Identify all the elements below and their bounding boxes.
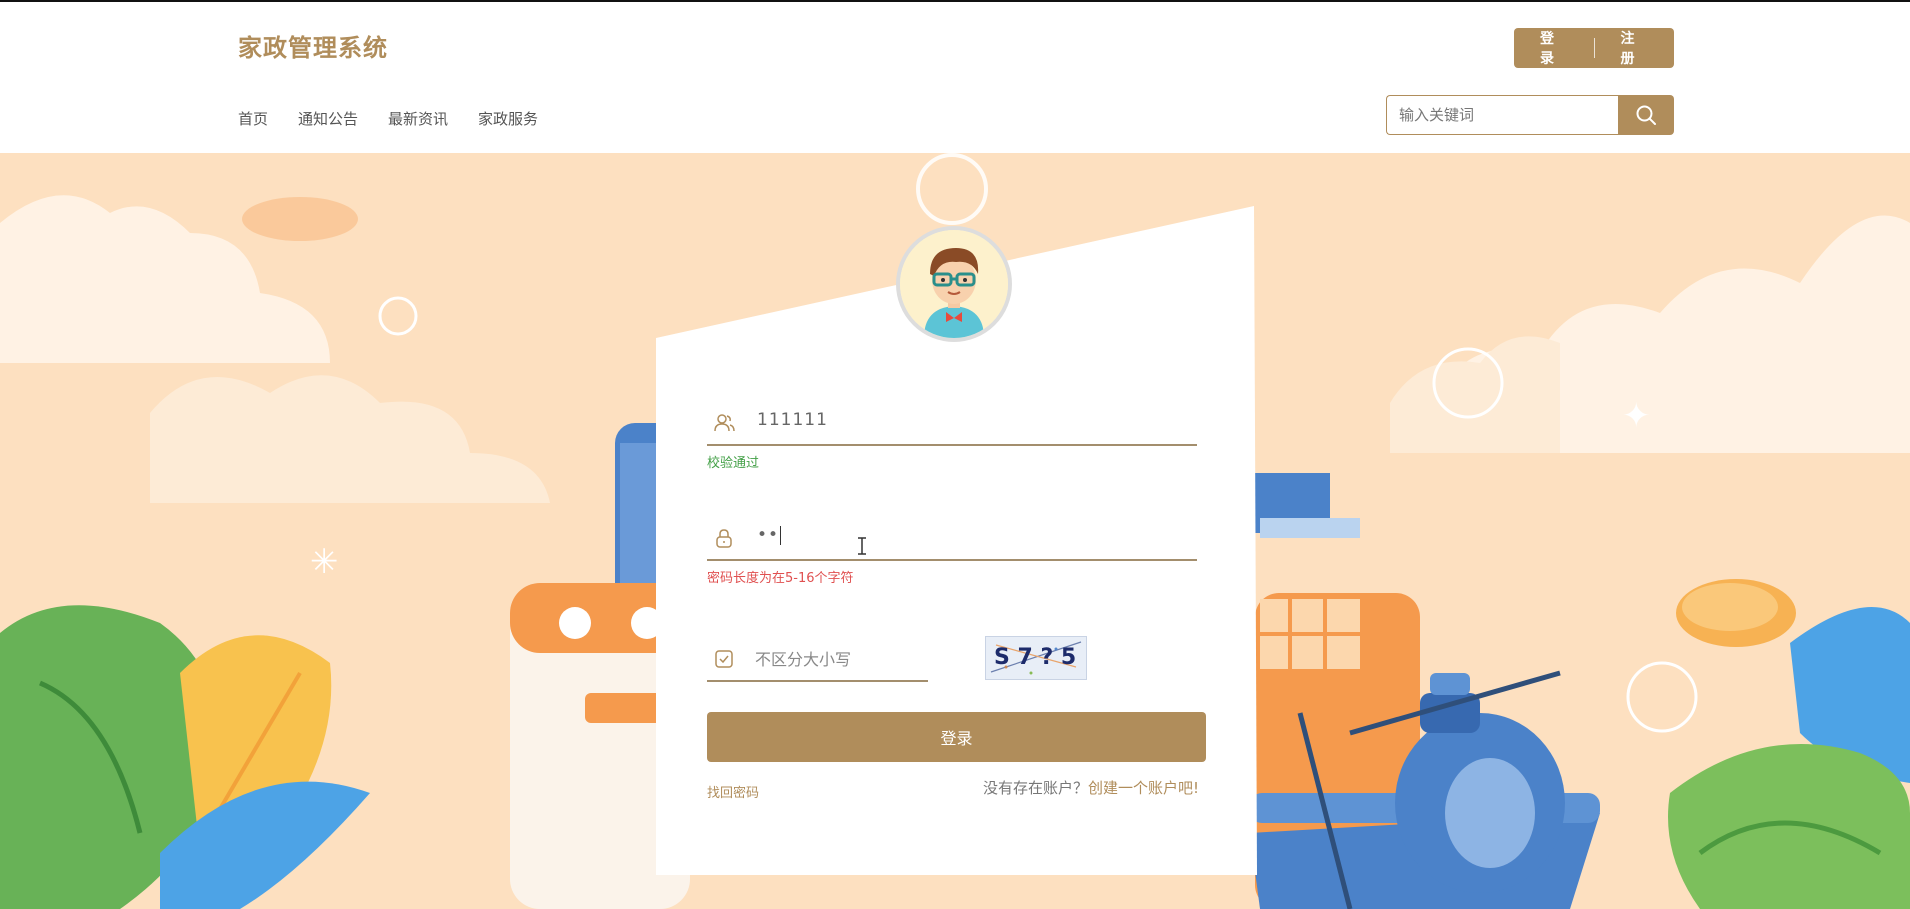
captcha-field (707, 636, 928, 682)
auth-buttons: 登录 注册 (1514, 28, 1674, 68)
lock-icon (716, 529, 732, 548)
username-value[interactable]: 111111 (757, 410, 828, 430)
svg-text:✦: ✦ (1622, 396, 1651, 436)
site-brand[interactable]: 家政管理系统 (238, 28, 388, 63)
password-value[interactable]: •• (757, 525, 782, 545)
nav-item-news[interactable]: 最新资讯 (388, 108, 448, 129)
nav-item-home[interactable]: 首页 (238, 108, 268, 129)
password-masked: •• (757, 525, 780, 545)
search-button[interactable] (1618, 95, 1674, 135)
password-field[interactable]: •• (707, 515, 1197, 561)
search-icon (1636, 105, 1656, 125)
nav-item-services[interactable]: 家政服务 (478, 108, 538, 129)
username-hint: 校验通过 (707, 456, 760, 471)
captcha-text: S 7 ? 5 (994, 645, 1076, 670)
header-login-button[interactable]: 登录 (1514, 28, 1594, 68)
site-header: 家政管理系统 登录 注册 首页 通知公告 最新资讯 家政服务 (0, 2, 1910, 153)
search-input[interactable] (1386, 95, 1618, 135)
svg-text:✳: ✳ (310, 542, 339, 582)
username-field[interactable]: 111111 (707, 400, 1197, 446)
captcha-graphic: S 7 ? 5 (986, 637, 1086, 679)
header-register-button[interactable]: 注册 (1595, 28, 1675, 68)
user-icon (714, 414, 735, 432)
check-square-icon (715, 650, 733, 668)
login-submit-button[interactable]: 登录 (707, 712, 1206, 762)
password-hint: 密码长度为在5-16个字符 (707, 571, 854, 586)
captcha-image[interactable]: S 7 ? 5 (985, 636, 1087, 680)
avatar (896, 226, 1012, 342)
text-cursor-icon (858, 537, 866, 555)
no-account-text: 没有存在账户？ (982, 779, 1088, 797)
forgot-password-link[interactable]: 找回密码 (707, 782, 759, 801)
avatar-icon (900, 230, 1008, 338)
nav-item-notices[interactable]: 通知公告 (298, 108, 358, 129)
search-bar (1386, 95, 1674, 135)
text-caret (780, 525, 782, 545)
register-prompt: 没有存在账户？创建一个账户吧! (983, 777, 1199, 798)
login-card: 111111 校验通过 •• 密码长度为在5-16个字符 S 7 ? 5 登录 (656, 206, 1257, 875)
create-account-link[interactable]: 创建一个账户吧! (1088, 779, 1199, 797)
main-nav: 首页 通知公告 最新资讯 家政服务 (238, 108, 538, 129)
captcha-input[interactable] (753, 644, 927, 674)
